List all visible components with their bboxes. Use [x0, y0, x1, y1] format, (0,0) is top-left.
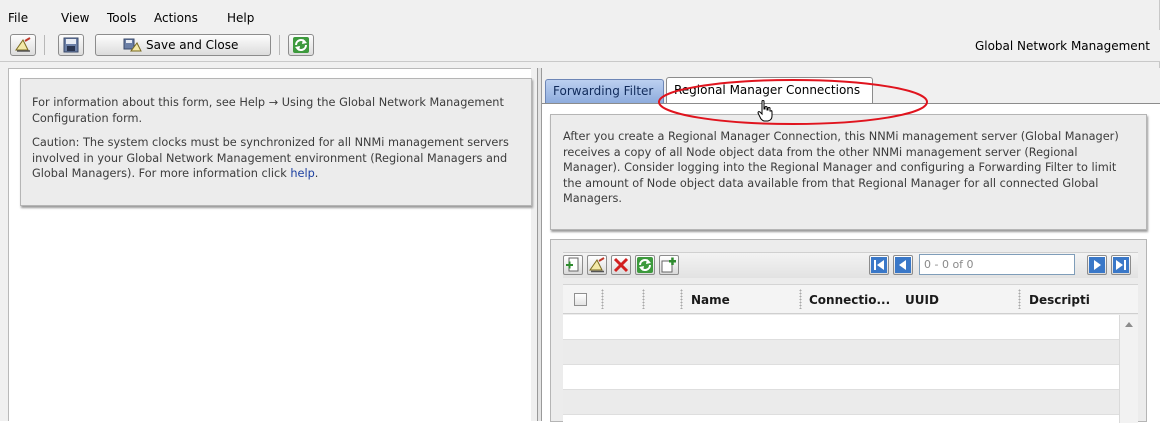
- hand-cursor-icon: [757, 100, 773, 122]
- menu-actions[interactable]: Actions: [154, 11, 198, 25]
- description-text: After you create a Regional Manager Conn…: [563, 130, 1119, 205]
- save-and-close-button[interactable]: Save and Close: [95, 34, 271, 56]
- description-box: After you create a Regional Manager Conn…: [550, 114, 1147, 230]
- table-row: [563, 315, 1119, 340]
- previous-page-icon: [895, 257, 911, 273]
- column-header-description[interactable]: Descripti: [1029, 293, 1136, 307]
- open-icon: [589, 257, 605, 273]
- add-icon: [661, 257, 676, 273]
- menu-tools[interactable]: Tools: [107, 11, 137, 25]
- table-refresh-button[interactable]: [635, 255, 655, 275]
- table-row: [563, 365, 1119, 390]
- save-icon: [63, 37, 79, 53]
- table-header: Name Connectio... UUID Descripti: [563, 284, 1138, 314]
- tab-panel: After you create a Regional Manager Conn…: [542, 103, 1160, 423]
- first-page-icon: [871, 257, 887, 273]
- arrow-glyph: →: [268, 96, 279, 109]
- menu-help[interactable]: Help: [227, 11, 254, 25]
- application-window: File View Tools Actions Help Save and Cl…: [0, 0, 1160, 423]
- menu-bar: File View Tools Actions Help: [0, 0, 1160, 30]
- select-all-checkbox[interactable]: [574, 293, 587, 306]
- vertical-scrollbar[interactable]: [1119, 315, 1138, 423]
- refresh-icon: [293, 37, 309, 53]
- last-page-button[interactable]: [1111, 255, 1131, 275]
- last-page-icon: [1113, 257, 1129, 273]
- help-info-text: For information about this form, see Hel…: [32, 95, 521, 126]
- menu-view[interactable]: View: [61, 11, 89, 25]
- pager-input[interactable]: [919, 254, 1075, 275]
- previous-page-button[interactable]: [893, 255, 913, 275]
- edit-button[interactable]: [10, 34, 36, 56]
- help-link[interactable]: help: [290, 167, 314, 180]
- help-info-prefix: For information about this form, see Hel…: [32, 96, 269, 109]
- right-pane: Forwarding Filter Regional Manager Conne…: [542, 68, 1160, 423]
- caution-text: Caution: The system clocks must be synch…: [32, 135, 521, 182]
- next-page-button[interactable]: [1087, 255, 1107, 275]
- open-button[interactable]: [587, 255, 607, 275]
- first-page-button[interactable]: [869, 255, 889, 275]
- menu-file[interactable]: File: [8, 11, 28, 25]
- table-row: [563, 390, 1119, 415]
- tab-forwarding-filter[interactable]: Forwarding Filter: [545, 79, 664, 103]
- column-resize-handle[interactable]: [601, 289, 604, 309]
- save-close-icon: [123, 38, 142, 52]
- column-header-connection[interactable]: Connectio...: [809, 293, 901, 307]
- edit-icon: [15, 37, 31, 52]
- connections-table-panel: Name Connectio... UUID Descripti: [550, 239, 1147, 423]
- column-header-uuid[interactable]: UUID: [905, 293, 975, 307]
- scroll-up-arrow-icon[interactable]: [1125, 322, 1133, 327]
- save-and-close-label: Save and Close: [146, 38, 239, 52]
- save-button[interactable]: [58, 34, 84, 56]
- main-toolbar: Save and Close Global Network Management: [0, 30, 1160, 62]
- add-button[interactable]: [659, 255, 679, 275]
- table-toolbar: [563, 252, 1138, 278]
- column-resize-handle[interactable]: [642, 289, 645, 309]
- left-pane: For information about this form, see Hel…: [8, 68, 532, 421]
- table-row: [563, 340, 1119, 365]
- caution-end: .: [314, 167, 319, 180]
- column-header-name[interactable]: Name: [691, 293, 791, 307]
- caution-body: Caution: The system clocks must be synch…: [32, 136, 509, 180]
- refresh-icon: [637, 257, 653, 273]
- help-info-box: For information about this form, see Hel…: [20, 78, 532, 206]
- column-resize-handle[interactable]: [680, 289, 683, 309]
- delete-icon: [613, 257, 629, 273]
- table-body: [563, 315, 1119, 423]
- column-resize-handle[interactable]: [799, 289, 802, 309]
- new-icon: [566, 257, 579, 272]
- column-resize-handle[interactable]: [1018, 289, 1021, 309]
- toolbar-separator: [279, 35, 280, 55]
- new-button[interactable]: [563, 255, 583, 275]
- next-page-icon: [1089, 257, 1105, 273]
- toolbar-separator: [44, 35, 45, 55]
- app-title: Global Network Management: [974, 39, 1150, 53]
- delete-button[interactable]: [611, 255, 631, 275]
- refresh-button[interactable]: [288, 34, 314, 56]
